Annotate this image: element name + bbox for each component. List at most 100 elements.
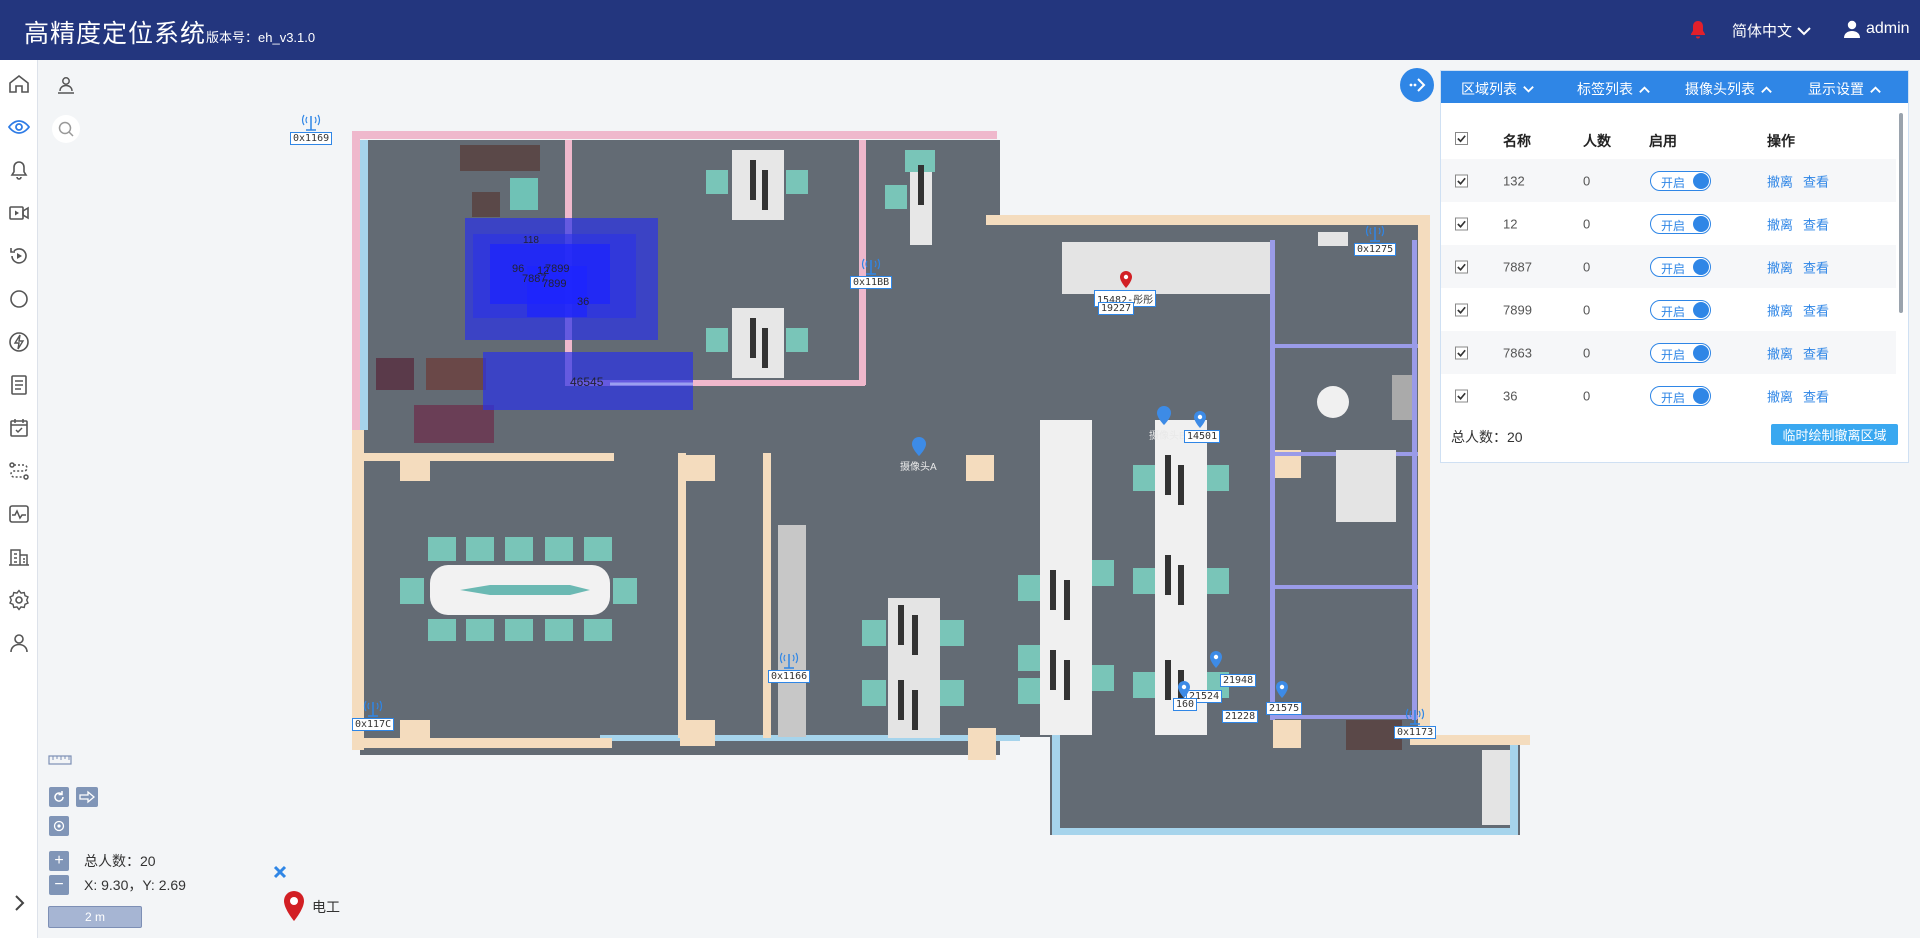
tag-label: 21228 — [1222, 710, 1259, 723]
alarm-bell-icon[interactable] — [1686, 18, 1710, 42]
svg-text:118: 118 — [523, 235, 539, 246]
enable-toggle[interactable]: 开启 — [1650, 213, 1711, 234]
anchor-label: 0x11BB — [850, 276, 893, 289]
panel-toggle-button[interactable] — [1400, 68, 1434, 102]
row-checkbox[interactable] — [1455, 260, 1468, 273]
row-checkbox[interactable] — [1455, 174, 1468, 187]
building-icon[interactable] — [5, 543, 33, 571]
anchor-label: 0x117C — [352, 718, 395, 731]
row-checkbox[interactable] — [1455, 346, 1468, 359]
evacuate-link[interactable]: 撤离 — [1767, 257, 1793, 276]
tag-label: 19227 — [1098, 302, 1135, 315]
evacuate-link[interactable]: 撤离 — [1767, 386, 1793, 405]
check-icon — [1457, 220, 1466, 228]
language-selector[interactable]: 简体中文 — [1732, 20, 1812, 41]
ruler-icon[interactable] — [48, 752, 72, 768]
search-icon[interactable] — [52, 115, 80, 143]
area-count: 0 — [1583, 216, 1591, 231]
locate-icon[interactable] — [49, 816, 69, 836]
view-link[interactable]: 查看 — [1803, 300, 1829, 319]
evacuate-link[interactable]: 撤离 — [1767, 343, 1793, 362]
close-icon[interactable] — [272, 864, 288, 885]
zoom-in-button[interactable]: + — [49, 851, 69, 871]
enable-toggle[interactable]: 开启 — [1650, 342, 1711, 363]
tab-tag-list[interactable]: 标签列表 — [1577, 79, 1651, 99]
person-pin-icon — [1120, 271, 1132, 288]
user-menu[interactable]: admin — [1842, 19, 1910, 39]
enable-toggle[interactable]: 开启 — [1650, 256, 1711, 277]
table-row[interactable]: 12 0 开启 撤离 查看 — [1441, 202, 1896, 245]
panel-scrollbar[interactable] — [1899, 113, 1903, 313]
tab-label: 区域列表 — [1461, 81, 1517, 97]
language-label: 简体中文 — [1732, 23, 1793, 40]
sidebar — [0, 60, 38, 938]
power-icon[interactable] — [5, 328, 33, 356]
area-name: 7863 — [1503, 345, 1532, 360]
antenna-icon — [861, 258, 881, 275]
gear-icon[interactable] — [5, 586, 33, 614]
table-row[interactable]: 7887 0 开启 撤离 查看 — [1441, 245, 1896, 288]
map-total-label: 总人数： — [84, 853, 140, 869]
home-icon[interactable] — [5, 70, 33, 98]
route-icon[interactable] — [5, 457, 33, 485]
antenna-icon — [363, 700, 383, 717]
enable-toggle[interactable]: 开启 — [1650, 170, 1711, 191]
area-count: 0 — [1583, 388, 1591, 403]
video-icon[interactable] — [5, 199, 33, 227]
tab-label: 显示设置 — [1808, 81, 1864, 97]
check-icon — [1457, 263, 1466, 271]
chevron-down-icon — [1523, 85, 1534, 93]
view-link[interactable]: 查看 — [1803, 386, 1829, 405]
user-icon[interactable] — [5, 629, 33, 657]
row-checkbox[interactable] — [1455, 217, 1468, 230]
panel-total-label: 总人数： — [1451, 429, 1507, 445]
zoom-out-button[interactable]: − — [49, 875, 69, 895]
table-row[interactable]: 7863 0 开启 撤离 查看 — [1441, 331, 1896, 374]
enable-toggle[interactable]: 开启 — [1650, 299, 1711, 320]
replay-icon[interactable] — [5, 242, 33, 270]
coord-readout: X: 9.30，Y: 2.69 — [84, 877, 186, 893]
evacuate-link[interactable]: 撤离 — [1767, 171, 1793, 190]
table-row[interactable]: 7899 0 开启 撤离 查看 — [1441, 288, 1896, 331]
chart-icon[interactable] — [5, 500, 33, 528]
chevron-up-icon — [1761, 85, 1772, 93]
refresh-icon[interactable] — [49, 787, 69, 807]
toggle-label: 开启 — [1661, 175, 1686, 190]
view-link[interactable]: 查看 — [1803, 214, 1829, 233]
table-header: 名称 人数 启用 操作 — [1441, 129, 1908, 149]
view-link[interactable]: 查看 — [1803, 343, 1829, 362]
person-pin-icon — [1210, 651, 1222, 668]
select-all-checkbox[interactable] — [1455, 132, 1468, 145]
evacuate-link[interactable]: 撤离 — [1767, 300, 1793, 319]
tab-display-settings[interactable]: 显示设置 — [1808, 79, 1882, 99]
eye-icon[interactable] — [5, 113, 33, 141]
table-row[interactable]: 36 0 开启 撤离 查看 — [1441, 374, 1896, 417]
sidebar-expand-icon[interactable] — [8, 892, 30, 914]
calendar-icon[interactable] — [5, 414, 33, 442]
check-icon — [1457, 306, 1466, 314]
tag-label: 21948 — [1220, 674, 1257, 687]
view-link[interactable]: 查看 — [1803, 171, 1829, 190]
view-link[interactable]: 查看 — [1803, 257, 1829, 276]
anchor-label: 0x1173 — [1394, 726, 1437, 739]
app-title: 高精度定位系统 — [24, 20, 207, 48]
tab-camera-list[interactable]: 摄像头列表 — [1685, 79, 1773, 99]
document-icon[interactable] — [5, 371, 33, 399]
draw-evacuation-area-button[interactable]: 临时绘制撤离区域 — [1771, 424, 1898, 445]
tab-area-list[interactable]: 区域列表 — [1461, 79, 1535, 99]
arrow-right-icon[interactable] — [76, 787, 98, 807]
evacuate-link[interactable]: 撤离 — [1767, 214, 1793, 233]
check-icon — [1457, 135, 1466, 143]
row-checkbox[interactable] — [1455, 303, 1468, 316]
table-row[interactable]: 132 0 开启 撤离 查看 — [1441, 159, 1896, 202]
location-person-icon[interactable] — [52, 70, 80, 98]
bell-icon[interactable] — [5, 156, 33, 184]
tag-label: 14501 — [1184, 430, 1221, 443]
row-checkbox[interactable] — [1455, 389, 1468, 402]
anchor-label: 0x1275 — [1354, 243, 1397, 256]
circle-icon[interactable] — [5, 285, 33, 313]
enable-toggle[interactable]: 开启 — [1650, 385, 1711, 406]
svg-text:36: 36 — [577, 296, 589, 308]
panel-total: 总人数：20 — [1451, 427, 1523, 447]
check-icon — [1457, 177, 1466, 185]
